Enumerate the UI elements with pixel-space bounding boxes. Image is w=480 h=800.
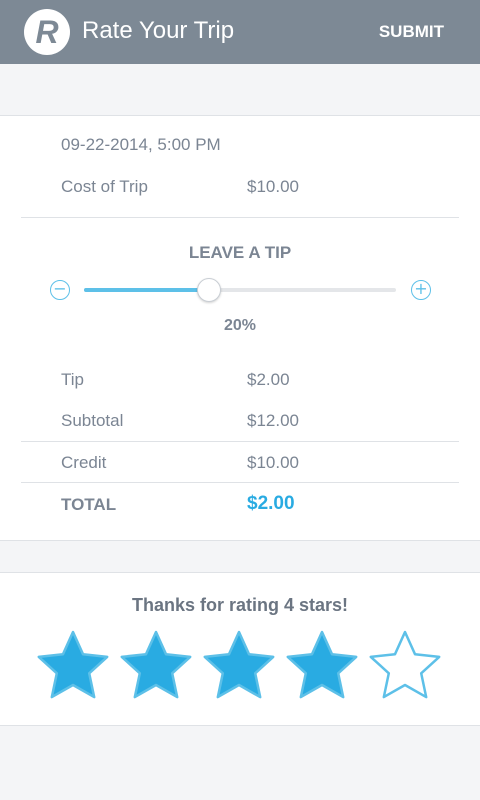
subtotal-label: Subtotal [61,411,124,430]
cost-of-trip-label: Cost of Trip [61,177,148,196]
submit-button[interactable]: SUBMIT [379,21,444,43]
logo-letter: R [35,14,59,50]
star-icon[interactable] [118,629,194,703]
app-logo: R [24,9,70,55]
star-icon[interactable] [35,629,111,703]
tip-label: Tip [61,370,84,389]
rating-message: Thanks for rating 4 stars! [131,595,349,615]
trip-datetime: 09-22-2014, 5:00 PM [61,135,221,154]
trip-summary-card: 09-22-2014, 5:00 PM Cost of Trip $10.00 … [0,115,480,541]
tip-slider-track[interactable] [84,288,396,292]
total-label: TOTAL [61,495,117,514]
page-title: Rate Your Trip [82,17,235,44]
cost-of-trip-value: $10.00 [247,177,299,196]
tip-value: $2.00 [247,370,290,389]
tip-percent-value: 20% [223,317,257,334]
rating-card: Thanks for rating 4 stars! [0,572,480,726]
plus-circle-icon[interactable]: + [411,280,431,300]
total-value: $2.00 [247,493,295,514]
star-icon[interactable] [201,629,277,703]
tip-slider-fill [84,288,209,292]
credit-label: Credit [61,453,107,472]
divider [21,441,459,442]
star-icon[interactable] [367,629,443,703]
star-icon[interactable] [284,629,360,703]
tip-slider-handle[interactable] [196,278,221,302]
divider [21,217,459,218]
leave-a-tip-heading: LEAVE A TIP [188,243,292,262]
credit-value: $10.00 [247,453,299,472]
subtotal-value: $12.00 [247,411,299,430]
star-rating[interactable] [35,629,445,703]
app-bar: R Rate Your Trip SUBMIT [0,0,480,64]
divider [21,482,459,483]
minus-circle-icon[interactable]: − [50,280,70,300]
